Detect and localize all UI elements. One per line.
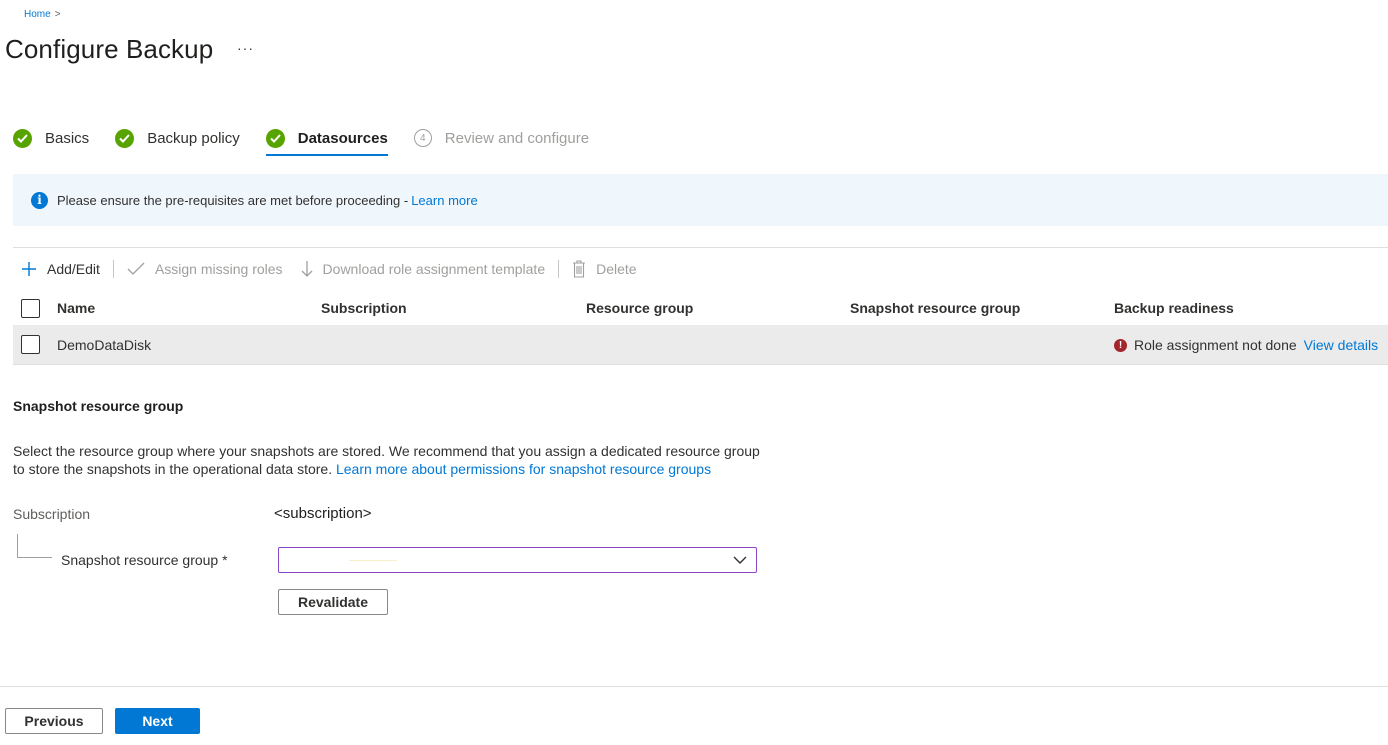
checkmark-icon: [13, 128, 32, 148]
section-description: Select the resource group where your sna…: [13, 442, 773, 478]
snapshot-resource-group-label: Snapshot resource group *: [61, 552, 228, 568]
tab-review-and-configure[interactable]: 4 Review and configure: [413, 122, 590, 154]
more-options-button[interactable]: ···: [237, 40, 254, 56]
delete-button[interactable]: Delete: [563, 260, 645, 278]
page-title: Configure Backup: [5, 34, 214, 64]
column-header-resource-group[interactable]: Resource group: [586, 300, 693, 316]
column-header-backup-readiness[interactable]: Backup readiness: [1114, 300, 1234, 316]
section-title: Snapshot resource group: [13, 398, 184, 414]
column-header-name[interactable]: Name: [57, 300, 95, 316]
trash-icon: [572, 260, 586, 278]
chevron-down-icon: [732, 553, 748, 572]
readiness-status-text: Role assignment not done: [1134, 337, 1297, 353]
plus-icon: [21, 261, 37, 277]
tab-label: Review and configure: [444, 129, 590, 147]
download-template-label: Download role assignment template: [322, 261, 546, 277]
download-template-button[interactable]: Download role assignment template: [292, 260, 555, 278]
tab-datasources[interactable]: Datasources: [265, 122, 388, 156]
add-edit-label: Add/Edit: [47, 261, 100, 277]
breadcrumb-separator: >: [54, 9, 61, 20]
row-name: DemoDataDisk: [57, 336, 152, 353]
checkmark-icon: [115, 128, 135, 148]
revalidate-button[interactable]: Revalidate: [278, 589, 388, 615]
assign-missing-roles-button[interactable]: Assign missing roles: [118, 261, 292, 277]
column-header-snapshot-resource-group[interactable]: Snapshot resource group: [850, 300, 1020, 316]
tab-label: Basics: [45, 129, 90, 147]
breadcrumb: Home >: [24, 9, 61, 20]
datasources-grid: Add/Edit Assign missing roles Download r…: [13, 247, 1388, 365]
tab-backup-policy[interactable]: Backup policy: [115, 122, 240, 154]
assign-missing-roles-label: Assign missing roles: [154, 261, 283, 277]
info-text: Please ensure the pre-requisites are met…: [57, 192, 409, 208]
download-arrow-icon: [301, 260, 313, 278]
next-button[interactable]: Next: [115, 708, 200, 734]
footer-divider: [0, 686, 1388, 687]
select-all-checkbox[interactable]: [21, 298, 40, 318]
column-header-subscription[interactable]: Subscription: [321, 300, 407, 316]
table-header-row: Name Subscription Resource group Snapsho…: [13, 292, 1388, 324]
toolbar-divider: [558, 260, 560, 278]
step-number-icon: 4: [413, 129, 432, 147]
info-banner: i Please ensure the pre-requisites are m…: [13, 174, 1388, 226]
tab-basics[interactable]: Basics: [13, 122, 89, 154]
snapshot-resource-group-dropdown[interactable]: [278, 547, 757, 573]
grid-toolbar: Add/Edit Assign missing roles Download r…: [13, 255, 646, 283]
previous-button[interactable]: Previous: [5, 708, 103, 734]
tab-label: Datasources: [297, 129, 388, 147]
tab-label: Backup policy: [147, 129, 240, 147]
checkmark-icon: [127, 262, 145, 276]
table-row[interactable]: DemoDataDisk ! Role assignment not done …: [13, 325, 1388, 365]
toolbar-divider: [112, 260, 114, 278]
row-backup-readiness: ! Role assignment not done View details: [1114, 337, 1378, 353]
dropdown-placeholder-mark: [349, 560, 397, 561]
checkmark-icon: [265, 128, 285, 148]
error-icon: !: [1114, 338, 1127, 352]
learn-more-link[interactable]: Learn more: [411, 193, 477, 208]
subscription-value: <subscription>: [274, 505, 372, 522]
subscription-label: Subscription: [13, 506, 91, 522]
breadcrumb-home-link[interactable]: Home: [24, 9, 51, 20]
permissions-learn-more-link[interactable]: Learn more about permissions for snapsho…: [336, 461, 711, 477]
view-details-link[interactable]: View details: [1304, 337, 1378, 353]
tree-connector: [17, 534, 52, 558]
delete-label: Delete: [596, 261, 637, 277]
add-edit-button[interactable]: Add/Edit: [13, 261, 109, 277]
wizard-tabs: Basics Backup policy Datasources 4 Revie…: [13, 122, 615, 156]
row-checkbox[interactable]: [21, 335, 40, 354]
info-icon: i: [31, 191, 48, 209]
